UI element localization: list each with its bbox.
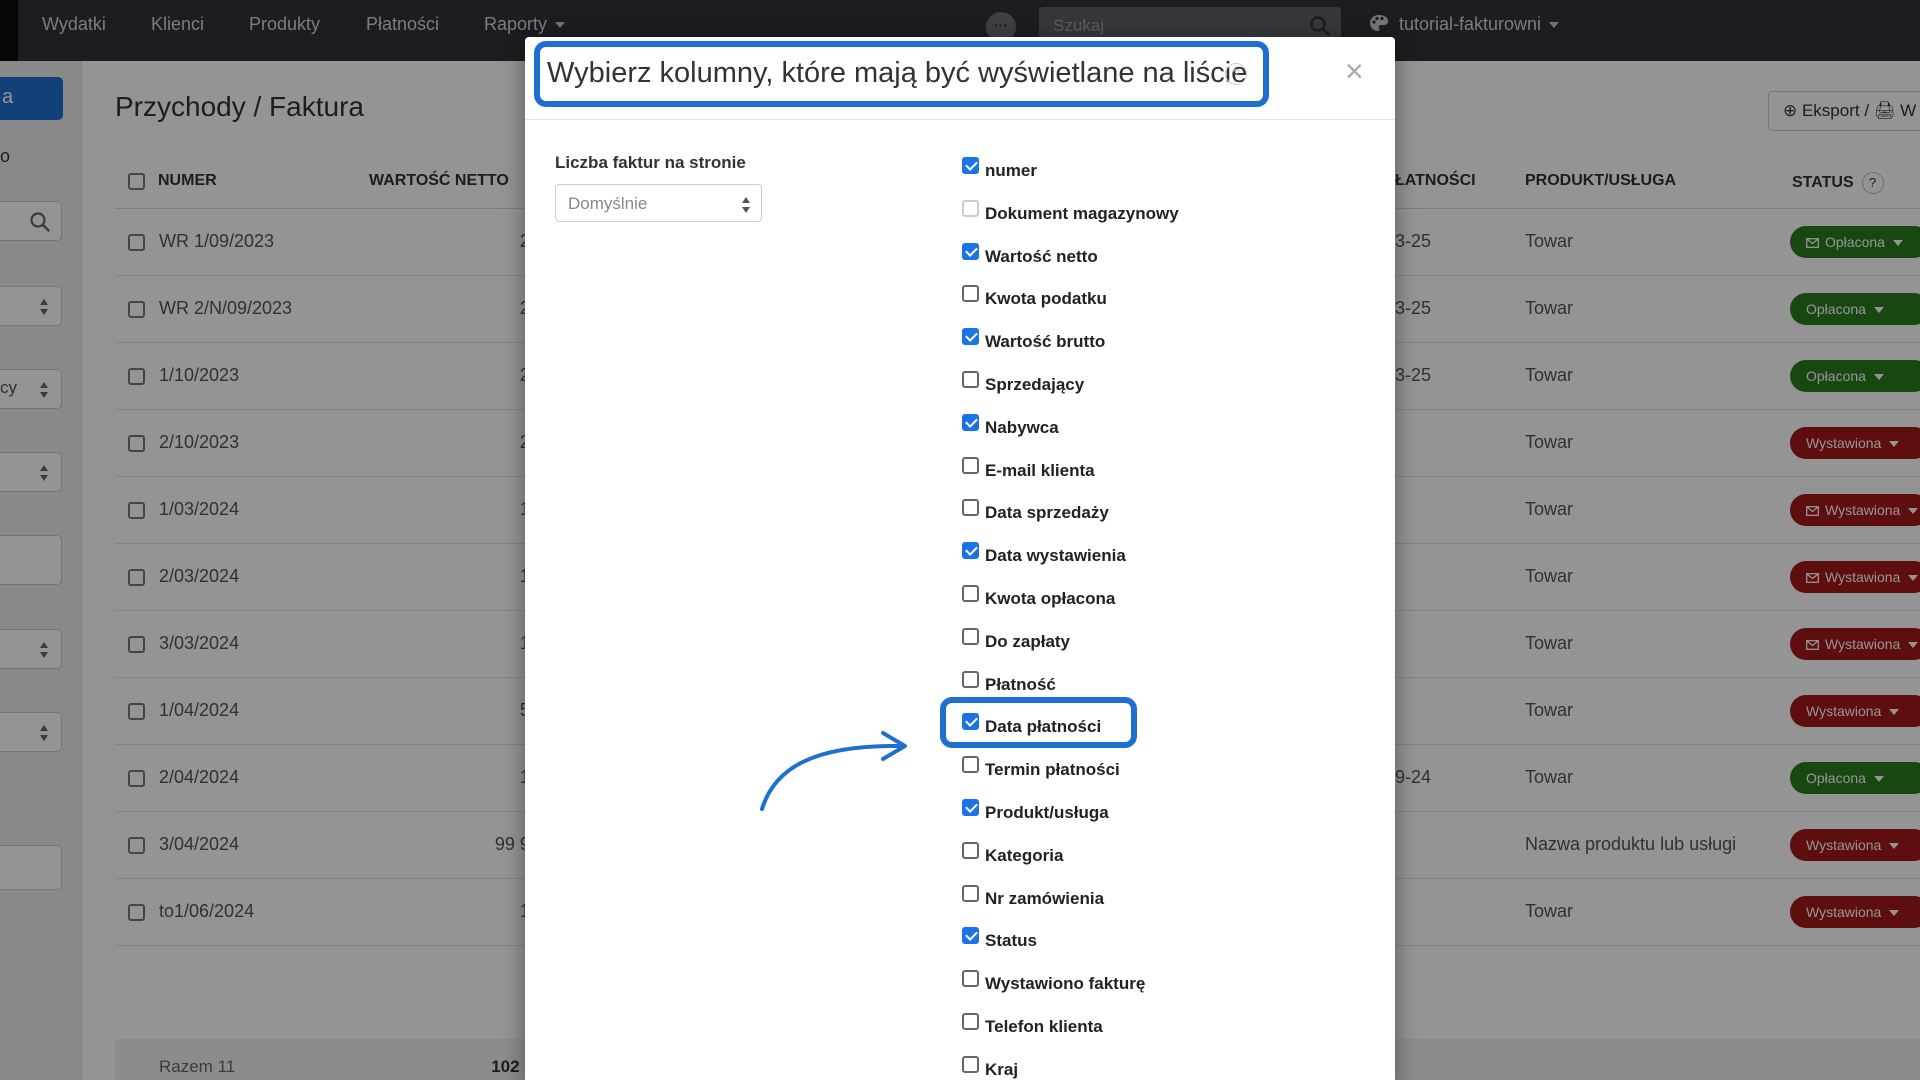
column-option-label[interactable]: Data sprzedaży — [985, 503, 1109, 523]
column-option-label[interactable]: Płatność — [985, 675, 1056, 695]
per-page-value: Domyślnie — [568, 194, 648, 213]
column-checkbox[interactable] — [962, 1055, 979, 1073]
column-option-label[interactable]: Kwota podatku — [985, 289, 1107, 309]
column-option-label[interactable]: Wartość brutto — [985, 332, 1105, 352]
column-checkbox[interactable] — [962, 927, 979, 945]
column-option-label[interactable]: Nabywca — [985, 418, 1059, 438]
per-page-label: Liczba faktur na stronie — [555, 153, 746, 172]
column-checkbox[interactable] — [962, 413, 979, 431]
column-option-label[interactable]: Sprzedający — [985, 375, 1084, 395]
column-option-label[interactable]: Wystawiono fakturę — [985, 974, 1145, 994]
column-checkbox[interactable] — [962, 456, 979, 474]
column-option-label[interactable]: Status — [985, 931, 1037, 951]
per-page-select[interactable]: Domyślnie — [555, 184, 762, 222]
column-checkbox[interactable] — [962, 627, 979, 645]
pointer-arrow-icon — [760, 731, 907, 811]
column-checkbox[interactable] — [962, 841, 979, 859]
column-checkbox[interactable] — [962, 970, 979, 988]
column-option-label[interactable]: Data wystawienia — [985, 546, 1126, 566]
column-option-label[interactable]: E-mail klienta — [985, 461, 1095, 481]
column-option-label[interactable]: Kategoria — [985, 846, 1063, 866]
column-checkbox[interactable] — [962, 499, 979, 517]
column-option-label[interactable]: Produkt/usługa — [985, 803, 1109, 823]
column-checkbox[interactable] — [962, 799, 979, 816]
column-checkbox[interactable] — [962, 1013, 979, 1030]
column-checkbox[interactable] — [962, 542, 979, 560]
column-checkbox[interactable] — [962, 285, 979, 303]
column-option-label[interactable]: numer — [985, 161, 1037, 181]
column-checkbox[interactable] — [962, 199, 979, 217]
data-platnosci-highlight-frame — [940, 697, 1137, 748]
column-option-label[interactable]: Dokument magazynowy — [985, 204, 1179, 224]
column-checkbox[interactable] — [962, 670, 979, 688]
column-checkbox[interactable] — [962, 756, 979, 774]
column-checkbox[interactable] — [962, 371, 979, 388]
column-checkbox[interactable] — [962, 328, 979, 346]
modal-title: Wybierz kolumny, które mają być wyświetl… — [547, 57, 1248, 89]
column-checkbox[interactable] — [962, 157, 979, 174]
select-arrows-icon — [742, 197, 750, 213]
column-option-label[interactable]: Do zapłaty — [985, 632, 1070, 652]
column-option-label[interactable]: Kwota opłacona — [985, 589, 1115, 609]
columns-modal: Wybierz kolumny, które mają być wyświetl… — [525, 37, 1395, 1080]
modal-header: Wybierz kolumny, które mają być wyświetl… — [525, 37, 1395, 120]
help-icon[interactable]: ? — [1225, 63, 1247, 85]
close-icon[interactable]: × — [1345, 55, 1364, 87]
column-option-label[interactable]: Termin płatności — [985, 760, 1120, 780]
column-option-label[interactable]: Wartość netto — [985, 247, 1098, 267]
column-checkbox[interactable] — [962, 884, 979, 902]
column-option-label[interactable]: Telefon klienta — [985, 1017, 1103, 1037]
column-option-label[interactable]: Nr zamówienia — [985, 889, 1104, 909]
column-checkbox[interactable] — [962, 585, 979, 602]
column-option-label[interactable]: Kraj — [985, 1060, 1018, 1080]
column-checkbox[interactable] — [962, 242, 979, 260]
